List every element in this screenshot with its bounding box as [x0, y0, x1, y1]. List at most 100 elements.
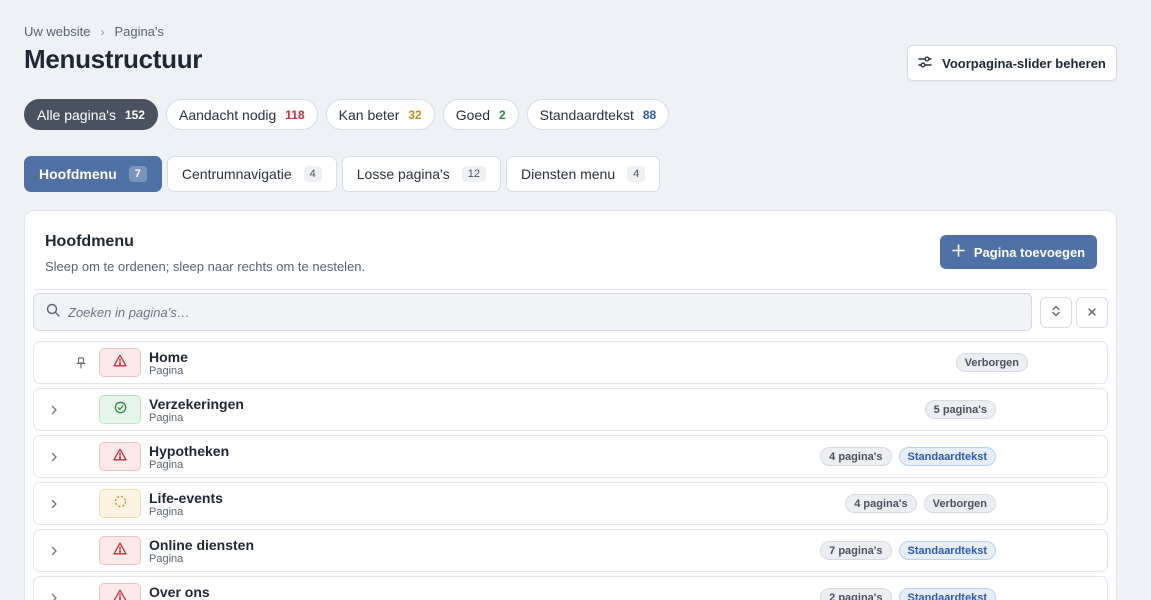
tab-diensten-menu[interactable]: Diensten menu 4	[505, 156, 661, 192]
page-name: Online diensten	[149, 537, 255, 553]
add-page-label: Pagina toevoegen	[973, 244, 1086, 260]
menu-tabs: Hoofdmenu 7 Centrumnavigatie 4 Losse pag…	[24, 156, 661, 192]
panel-title: Hoofdmenu	[45, 233, 134, 250]
expand-collapse-icon	[1051, 304, 1061, 322]
status-indicator	[99, 536, 141, 565]
chevron-right-icon[interactable]	[48, 591, 60, 600]
page-name: Home	[149, 349, 188, 365]
pin-icon	[76, 356, 86, 374]
row-chips: 5 pagina's	[924, 400, 996, 419]
divider	[33, 289, 1108, 290]
warning-triangle-icon	[113, 448, 127, 466]
list-item[interactable]: Over ons Pagina 2 pagina's Standaardteks…	[33, 576, 1108, 600]
clear-search-button[interactable]	[1076, 297, 1108, 328]
list-item[interactable]: Verzekeringen Pagina 5 pagina's	[33, 388, 1108, 431]
default-text-badge: Standaardtekst	[898, 541, 996, 560]
filter-count: 2	[498, 107, 506, 122]
tab-count-badge: 7	[128, 166, 147, 182]
tab-losse-paginas[interactable]: Losse pagina's 12	[341, 156, 501, 192]
row-chips: 7 pagina's Standaardtekst	[820, 541, 996, 560]
filter-count: 88	[642, 107, 657, 122]
page-list: Home Pagina Verborgen Verzekeringen Pagi…	[33, 341, 1108, 600]
warning-triangle-icon	[113, 589, 127, 600]
search-icon	[46, 303, 60, 322]
search-field	[33, 293, 1032, 331]
status-indicator	[99, 348, 141, 377]
page-name: Verzekeringen	[149, 396, 244, 412]
default-text-badge: Standaardtekst	[898, 588, 996, 600]
breadcrumb: Uw website › Pagina's	[24, 24, 164, 39]
row-chips: Verborgen	[955, 353, 1028, 372]
list-item[interactable]: Life-events Pagina 4 pagina's Verborgen	[33, 482, 1108, 525]
filter-default-text[interactable]: Standaardtekst 88	[526, 99, 670, 130]
status-indicator	[99, 395, 141, 424]
filter-count: 118	[285, 107, 305, 122]
filter-count: 152	[124, 107, 145, 122]
status-indicator	[99, 489, 141, 518]
chevron-right-icon[interactable]	[48, 544, 60, 556]
tab-label: Hoofdmenu	[39, 166, 117, 182]
manage-slider-label: Voorpagina-slider beheren	[942, 55, 1106, 71]
tab-hoofdmenu[interactable]: Hoofdmenu 7	[24, 156, 162, 192]
list-item[interactable]: Hypotheken Pagina 4 pagina's Standaardte…	[33, 435, 1108, 478]
search-input[interactable]	[68, 304, 968, 320]
tab-centrumnavigatie[interactable]: Centrumnavigatie 4	[166, 156, 337, 192]
page-count-badge: 4 pagina's	[845, 494, 917, 513]
list-item[interactable]: Home Pagina Verborgen	[33, 341, 1108, 384]
page-name: Life-events	[149, 490, 223, 506]
filter-all[interactable]: Alle pagina's 152	[24, 99, 158, 130]
hidden-badge: Verborgen	[923, 494, 996, 513]
menu-panel: Hoofdmenu Sleep om te ordenen; sleep naa…	[24, 210, 1117, 600]
filter-label: Aandacht nodig	[178, 106, 277, 123]
page-name: Over ons	[149, 584, 210, 600]
filter-needs-attention[interactable]: Aandacht nodig 118	[165, 99, 318, 130]
chevron-right-icon[interactable]	[48, 403, 60, 415]
page-type: Pagina	[149, 459, 184, 471]
add-page-button[interactable]: Pagina toevoegen	[940, 235, 1097, 269]
tab-count-badge: 4	[303, 166, 322, 182]
tab-count-badge: 4	[627, 166, 646, 182]
panel-subtitle: Sleep om te ordenen; sleep naar rechts o…	[45, 259, 366, 274]
tab-label: Losse pagina's	[356, 166, 450, 182]
page-count-badge: 4 pagina's	[820, 447, 892, 466]
manage-slider-button[interactable]: Voorpagina-slider beheren	[907, 45, 1117, 81]
breadcrumb-item-website[interactable]: Uw website	[24, 24, 90, 39]
filter-count: 32	[408, 107, 422, 122]
tab-label: Centrumnavigatie	[181, 166, 292, 182]
tab-count-badge: 12	[461, 166, 486, 182]
filter-label: Standaardtekst	[539, 106, 634, 123]
filter-label: Alle pagina's	[37, 106, 116, 123]
chevron-right-icon[interactable]	[48, 450, 60, 462]
filter-good[interactable]: Goed 2	[442, 99, 519, 130]
page-type: Pagina	[149, 412, 184, 424]
page-count-badge: 5 pagina's	[924, 400, 996, 419]
breadcrumb-item-pages[interactable]: Pagina's	[114, 24, 163, 39]
hidden-badge: Verborgen	[955, 353, 1028, 372]
chevron-right-icon[interactable]	[48, 497, 60, 509]
chevron-right-icon: ›	[100, 24, 105, 39]
list-item[interactable]: Online diensten Pagina 7 pagina's Standa…	[33, 529, 1108, 572]
expand-collapse-button[interactable]	[1040, 297, 1072, 328]
warning-triangle-icon	[113, 354, 127, 372]
status-indicator	[99, 442, 141, 471]
tab-label: Diensten menu	[520, 166, 616, 182]
row-chips: 4 pagina's Verborgen	[845, 494, 996, 513]
check-circle-icon	[114, 401, 127, 419]
status-indicator	[99, 583, 141, 600]
status-filter-bar: Alle pagina's 152 Aandacht nodig 118 Kan…	[24, 99, 670, 130]
filter-could-be-better[interactable]: Kan beter 32	[325, 99, 435, 130]
close-icon	[1087, 304, 1097, 322]
page-count-badge: 7 pagina's	[820, 541, 892, 560]
default-text-badge: Standaardtekst	[898, 447, 996, 466]
page-title: Menustructuur	[24, 44, 203, 74]
filter-label: Kan beter	[338, 106, 400, 123]
page-type: Pagina	[149, 506, 184, 518]
plus-icon	[952, 244, 965, 260]
page-name: Hypotheken	[149, 443, 230, 459]
warning-triangle-icon	[113, 542, 127, 560]
row-chips: 4 pagina's Standaardtekst	[820, 447, 996, 466]
dashed-circle-icon	[114, 495, 127, 513]
sliders-icon	[918, 55, 932, 72]
page-type: Pagina	[149, 365, 184, 377]
page-type: Pagina	[149, 553, 184, 565]
